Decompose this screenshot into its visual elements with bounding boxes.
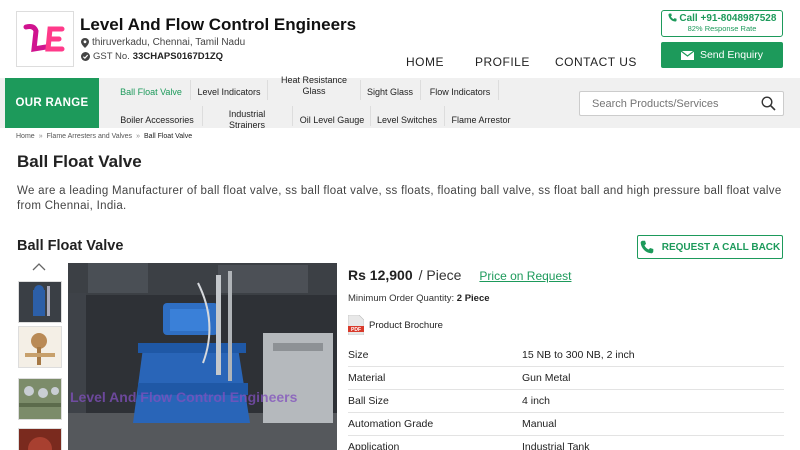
send-enquiry-label: Send Enquiry: [699, 49, 764, 61]
site-header: Level And Flow Control Engineers thiruve…: [0, 0, 800, 78]
moq-value: 2 Piece: [456, 293, 490, 304]
price-unit: / Piece: [418, 267, 462, 283]
pdf-icon: PDF: [348, 315, 364, 335]
breadcrumb-separator-icon: »: [136, 133, 140, 140]
moq-label: Minimum Order Quantity:: [348, 293, 455, 304]
price-block: Rs 12,900 / Piece Price on Request: [348, 267, 571, 283]
product-image[interactable]: Level And Flow Control Engineers: [68, 263, 337, 450]
call-button[interactable]: Call +91-8048987528 82% Response Rate: [661, 10, 783, 37]
product-brochure-link[interactable]: PDF Product Brochure: [348, 315, 443, 335]
category-boiler-accessories[interactable]: Boiler Accessories: [112, 115, 202, 126]
company-location: thiruverkadu, Chennai, Tamil Nadu: [81, 37, 245, 48]
spec-label: Ball Size: [348, 395, 389, 407]
divider: [370, 106, 371, 126]
chevron-up-icon[interactable]: [32, 262, 46, 272]
category-label: Heat Resistance Glass: [280, 75, 348, 96]
category-heat-resistance-glass[interactable]: Heat Resistance Glass: [270, 75, 358, 97]
spec-value: Gun Metal: [522, 372, 571, 384]
category-ball-float-valve[interactable]: Ball Float Valve: [112, 81, 190, 103]
phone-icon: [640, 240, 654, 254]
location-text: thiruverkadu, Chennai, Tamil Nadu: [92, 37, 246, 48]
page-title: Ball Float Valve: [17, 152, 142, 171]
search-input[interactable]: [580, 92, 750, 115]
divider: [267, 80, 268, 100]
thumbnail[interactable]: [18, 281, 62, 323]
verified-check-icon: [81, 52, 90, 61]
nav-contact-us[interactable]: CONTACT US: [555, 55, 637, 69]
thumbnail-strip: [16, 260, 63, 450]
page-intro: We are a leading Manufacturer of ball fl…: [17, 185, 782, 212]
nav-profile[interactable]: PROFILE: [475, 55, 530, 69]
min-order-quantity: Minimum Order Quantity: 2 Piece: [348, 293, 490, 304]
thumbnail[interactable]: [18, 428, 62, 450]
divider: [420, 80, 421, 100]
gst-label: GST No.: [93, 51, 130, 62]
spec-label: Material: [348, 372, 386, 384]
divider: [202, 106, 203, 126]
company-logo[interactable]: [16, 11, 74, 67]
spec-label: Automation Grade: [348, 418, 434, 430]
price-on-request-link[interactable]: Price on Request: [479, 269, 571, 283]
spec-label: Size: [348, 349, 369, 361]
breadcrumb-current: Ball Float Valve: [143, 133, 193, 140]
breadcrumb-separator-icon: »: [38, 133, 43, 140]
divider: [444, 106, 445, 126]
response-rate: 82% Response Rate: [687, 24, 757, 33]
category-level-switches[interactable]: Level Switches: [372, 115, 442, 126]
spec-row: Application Industrial Tank: [348, 436, 784, 450]
spec-value: Manual: [522, 418, 557, 430]
our-range-button[interactable]: OUR RANGE: [5, 78, 99, 128]
image-watermark: Level And Flow Control Engineers: [70, 389, 298, 405]
gst-info: GST No. 33CHAPS0167D1ZQ: [81, 51, 223, 62]
thumbnail[interactable]: [18, 378, 62, 420]
spec-row: Automation Grade Manual: [348, 413, 784, 436]
divider: [498, 80, 499, 100]
gst-number: 33CHAPS0167D1ZQ: [132, 51, 224, 62]
spec-value: 4 inch: [522, 395, 551, 407]
divider: [360, 80, 361, 100]
category-industrial-strainers[interactable]: Industrial Strainers: [214, 109, 280, 131]
send-enquiry-button[interactable]: Send Enquiry: [661, 42, 783, 68]
call-number: Call +91-8048987528: [679, 13, 777, 24]
spec-row: Size 15 NB to 300 NB, 2 inch: [348, 344, 784, 367]
svg-text:PDF: PDF: [351, 327, 361, 333]
brochure-label: Product Brochure: [369, 319, 443, 331]
search-icon[interactable]: [761, 96, 776, 116]
divider: [190, 80, 191, 100]
company-name[interactable]: Level And Flow Control Engineers: [80, 15, 356, 35]
spec-value: Industrial Tank: [522, 441, 590, 450]
breadcrumb-home[interactable]: Home: [16, 133, 35, 140]
breadcrumb-category[interactable]: Flame Arresters and Valves: [47, 133, 132, 140]
category-oil-level-gauge[interactable]: Oil Level Gauge: [294, 115, 370, 126]
search-box: [579, 91, 784, 116]
divider: [292, 106, 293, 126]
price-value: Rs 12,900: [348, 267, 413, 283]
category-sight-glass[interactable]: Sight Glass: [362, 81, 418, 103]
nav-home[interactable]: HOME: [406, 55, 444, 69]
request-callback-label: REQUEST A CALL BACK: [661, 241, 781, 253]
spec-label: Application: [348, 441, 400, 450]
mail-icon: [680, 50, 694, 60]
breadcrumb: Home» Flame Arresters and Valves» Ball Flo…: [16, 133, 192, 140]
location-pin-icon: [81, 37, 89, 48]
category-flame-arrestor[interactable]: Flame Arrestor: [446, 115, 516, 126]
thumbnail[interactable]: [18, 326, 62, 368]
category-flow-indicators[interactable]: Flow Indicators: [422, 81, 498, 103]
category-level-indicators[interactable]: Level Indicators: [192, 81, 266, 103]
category-bar: OUR RANGE Ball Float Valve Level Indicat…: [0, 75, 800, 131]
request-callback-button[interactable]: REQUEST A CALL BACK: [637, 235, 783, 259]
spec-row: Ball Size 4 inch: [348, 390, 784, 413]
spec-value: 15 NB to 300 NB, 2 inch: [522, 349, 635, 361]
phone-icon: [668, 13, 677, 22]
product-title: Ball Float Valve: [17, 238, 124, 254]
spec-row: Material Gun Metal: [348, 367, 784, 390]
